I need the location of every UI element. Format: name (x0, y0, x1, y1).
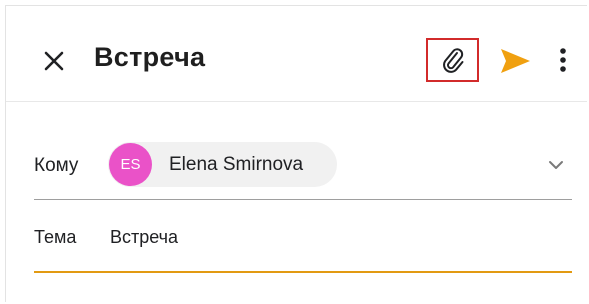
subject-input[interactable]: Встреча (110, 227, 178, 248)
compose-screen: Встреча Кому ES Elena Smirnova Тема Встр… (5, 5, 587, 302)
attach-button[interactable] (426, 38, 479, 82)
expand-recipients-button[interactable] (544, 153, 568, 177)
recipient-row: Кому ES Elena Smirnova (34, 137, 572, 200)
subject-field[interactable]: Тема Встреча (34, 219, 572, 273)
recipient-chip[interactable]: ES Elena Smirnova (108, 142, 337, 187)
chevron-down-icon (549, 161, 563, 169)
avatar: ES (109, 143, 152, 186)
top-app-bar: Встреча (6, 6, 587, 102)
send-button[interactable] (498, 46, 532, 76)
subject-label: Тема (34, 227, 77, 247)
page-title: Встреча (94, 42, 206, 72)
close-icon (44, 51, 64, 71)
more-vert-icon (560, 48, 566, 72)
avatar-initials: ES (120, 156, 141, 173)
recipient-label: Кому (34, 155, 79, 176)
close-button[interactable] (39, 46, 69, 76)
paperclip-icon (442, 48, 463, 73)
more-options-button[interactable] (552, 46, 574, 76)
recipient-name: Elena Smirnova (169, 154, 304, 175)
send-icon (501, 49, 530, 73)
